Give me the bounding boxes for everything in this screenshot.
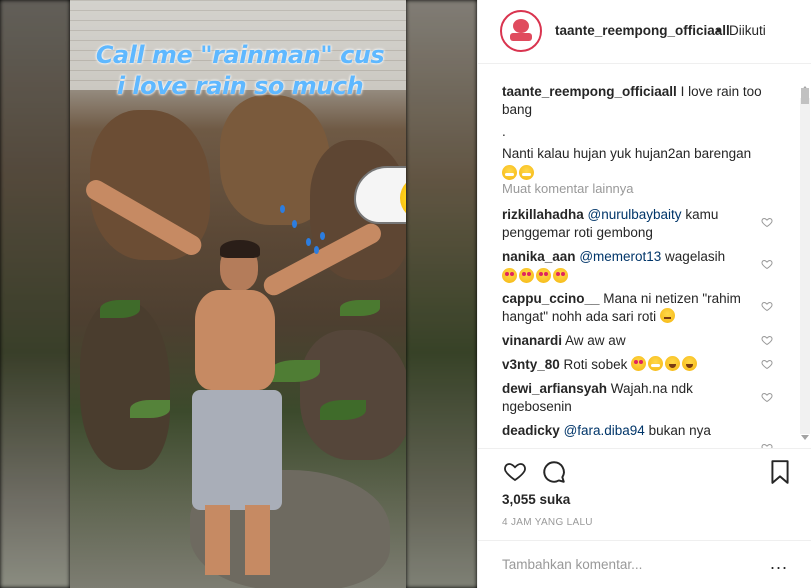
- like-count[interactable]: 3,055 suka: [502, 492, 570, 507]
- post-actions: 3,055 suka 4 JAM YANG LALU: [478, 448, 811, 538]
- comment-username[interactable]: deadicky: [502, 423, 560, 438]
- bookmark-icon[interactable]: [769, 459, 791, 485]
- avatar-logo-icon: [505, 15, 537, 47]
- laughing-emoji-icon: [682, 356, 698, 371]
- sticker-caption: Call me "rainman" cus i love rain so muc…: [84, 40, 396, 102]
- heart-eyes-emoji-icon: [631, 356, 647, 371]
- comment-text: bukan nya: [644, 423, 711, 438]
- heart-eyes-emoji-icon: [536, 268, 551, 283]
- post-modal: Call me "rainman" cus i love rain so muc…: [0, 0, 811, 588]
- comment-icon[interactable]: [541, 459, 567, 485]
- raindrop: [320, 232, 325, 240]
- raindrop: [280, 205, 285, 213]
- comment-item: vinanardi Aw aw aw: [502, 332, 762, 350]
- scrollbar-thumb[interactable]: [801, 88, 809, 104]
- comment-item: deadicky @fara.diba94 bukan nya: [502, 422, 762, 440]
- like-comment-icon[interactable]: [761, 216, 773, 228]
- post-sidebar: taante_reempong_officiaall • Diikuti taa…: [477, 0, 811, 588]
- comment-mention[interactable]: @nurulbaybaity: [588, 207, 682, 222]
- scroll-down-arrow-icon[interactable]: [801, 435, 809, 440]
- comment-item: nanika_aan @memerot13 wagelasih: [502, 248, 762, 286]
- like-comment-icon[interactable]: [761, 391, 773, 403]
- comment-text: wagelasih: [661, 249, 726, 264]
- comment-username[interactable]: vinanardi: [502, 333, 562, 348]
- comment-username[interactable]: cappu_ccino__: [502, 291, 600, 306]
- comment-text: Aw aw aw: [562, 333, 626, 348]
- comments-list[interactable]: taante_reempong_officiaall I love rain t…: [478, 64, 811, 448]
- comment-item: v3nty_80 Roti sobek: [502, 356, 762, 374]
- like-comment-icon[interactable]: [761, 300, 773, 312]
- media-blur-left: [0, 0, 70, 588]
- comment-emojis: [502, 268, 762, 286]
- comment-item: cappu_ccino__ Mana ni netizen "rahim han…: [502, 290, 762, 326]
- meh-emoji-icon: [659, 308, 675, 323]
- raindrop: [314, 246, 319, 254]
- grin-emoji-icon: [648, 356, 664, 371]
- scrollbar-track[interactable]: [800, 98, 810, 434]
- post-media[interactable]: Call me "rainman" cus i love rain so muc…: [0, 0, 477, 588]
- like-comment-icon[interactable]: [761, 258, 773, 270]
- caption-username[interactable]: taante_reempong_officiaall: [502, 84, 677, 99]
- heart-eyes-emoji-icon: [502, 268, 517, 283]
- comment-item: dewi_arfiansyah Wajah.na ndk ngebosenin: [502, 380, 762, 416]
- comment-text: Roti sobek: [559, 357, 628, 372]
- comments-scrollbar[interactable]: [798, 84, 811, 448]
- comment-item: rizkillahadha @nurulbaybaity kamu pengge…: [502, 206, 762, 242]
- more-options-icon[interactable]: ...: [770, 553, 788, 574]
- post-caption: taante_reempong_officiaall I love rain t…: [502, 83, 772, 183]
- comment-mention[interactable]: @fara.diba94: [564, 423, 645, 438]
- comment-mention[interactable]: @memerot13: [579, 249, 661, 264]
- heart-icon[interactable]: [502, 459, 528, 483]
- grin-emoji-icon: [519, 165, 534, 180]
- heart-eyes-emoji-icon: [553, 268, 568, 283]
- comment-username[interactable]: dewi_arfiansyah: [502, 381, 607, 396]
- like-comment-icon[interactable]: [761, 334, 773, 346]
- header-username[interactable]: taante_reempong_officiaall: [555, 23, 730, 38]
- sticker-line-1: Call me "rainman" cus: [95, 41, 385, 69]
- media-blur-right: [406, 0, 477, 588]
- sticker-line-2: i love rain so much: [116, 72, 364, 100]
- post-timestamp: 4 JAM YANG LALU: [502, 517, 593, 528]
- load-more-comments-button[interactable]: Muat komentar lainnya: [502, 181, 634, 196]
- comment-username[interactable]: nanika_aan: [502, 249, 576, 264]
- add-comment-section: ...: [478, 540, 811, 588]
- caption-line-3: Nanti kalau hujan yuk hujan2an barengan: [502, 146, 752, 161]
- follow-status-button[interactable]: Diikuti: [729, 23, 766, 38]
- caption-line-2: .: [502, 124, 506, 139]
- like-comment-icon[interactable]: [761, 358, 773, 370]
- raindrop: [306, 238, 311, 246]
- comment-username[interactable]: rizkillahadha: [502, 207, 584, 222]
- laughing-emoji-icon: [665, 356, 681, 371]
- comment-username[interactable]: v3nty_80: [502, 357, 560, 372]
- raindrop: [292, 220, 297, 228]
- grin-emoji-icon: [502, 165, 517, 180]
- avatar[interactable]: [500, 10, 542, 52]
- add-comment-input[interactable]: [502, 557, 732, 572]
- heart-eyes-emoji-icon: [519, 268, 534, 283]
- post-header: taante_reempong_officiaall • Diikuti: [478, 0, 811, 64]
- header-separator: •: [716, 23, 721, 38]
